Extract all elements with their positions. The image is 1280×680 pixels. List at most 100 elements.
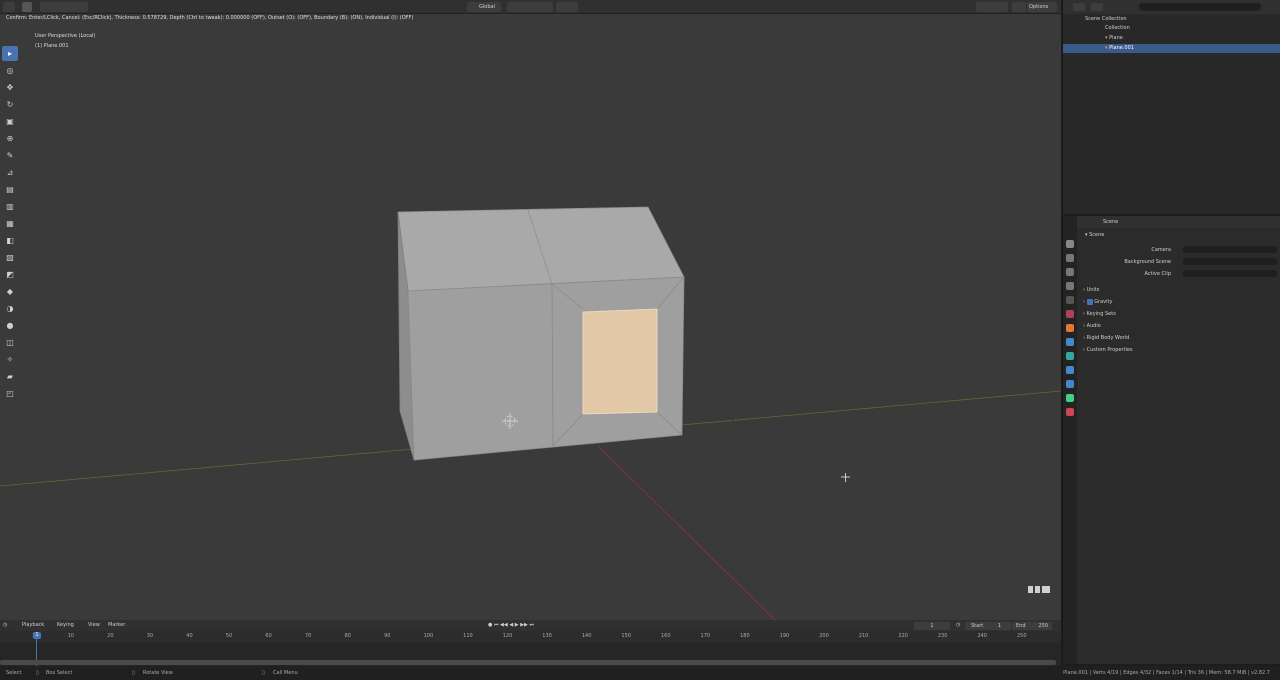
select-mode-buttons[interactable] — [40, 2, 88, 12]
box-select-hint: Box Select — [46, 670, 73, 676]
playhead-handle[interactable]: 1 — [33, 632, 41, 639]
view-menu[interactable]: View — [88, 620, 100, 631]
spin-icon[interactable]: ◑ — [2, 301, 18, 316]
measure-icon[interactable]: ⊿ — [2, 165, 18, 180]
constraints-tab-icon[interactable] — [1066, 380, 1074, 388]
snap-pivot-buttons[interactable] — [507, 2, 553, 12]
rotate-view-hint: Rotate View — [143, 670, 173, 676]
keying-sets-panel[interactable]: › Keying Sets — [1079, 309, 1279, 319]
timeline-scrollbar[interactable] — [0, 660, 1056, 665]
properties-tabs — [1063, 216, 1077, 664]
frame-tick-label: 190 — [779, 633, 790, 639]
scale-icon[interactable]: ▣ — [2, 114, 18, 129]
y-axis-line — [597, 445, 776, 620]
tool-tab-icon[interactable] — [1066, 240, 1074, 248]
mode-icon[interactable] — [22, 2, 32, 12]
outliner-row-plane[interactable]: ▾ Plane — [1063, 34, 1280, 43]
timeline-header: ◷ Playback Keying View Marker ● ⏮ ◀◀ ◀ ▶… — [0, 620, 1061, 631]
outliner-row-collection[interactable]: Collection — [1063, 24, 1280, 33]
call-menu-hint: Call Menu — [273, 670, 298, 676]
extrude-icon[interactable]: ▥ — [2, 199, 18, 214]
knife-icon[interactable]: ◩ — [2, 267, 18, 282]
physics-tab-icon[interactable] — [1066, 366, 1074, 374]
tool-settings-icon[interactable] — [1012, 2, 1026, 12]
end-frame-field[interactable]: End 250 — [1012, 622, 1052, 630]
active-clip-field[interactable] — [1183, 270, 1277, 277]
object-tab-icon[interactable] — [1066, 324, 1074, 332]
editor-type-icon[interactable] — [3, 2, 15, 12]
rigid-body-world-panel[interactable]: › Rigid Body World — [1079, 333, 1279, 343]
data-tab-icon[interactable] — [1066, 394, 1074, 402]
render-tab-icon[interactable] — [1066, 254, 1074, 262]
units-panel[interactable]: › Units — [1079, 285, 1279, 295]
start-frame-field[interactable]: Start 1 — [965, 622, 1011, 630]
camera-field-row: Camera — [1079, 245, 1279, 255]
output-tab-icon[interactable] — [1066, 268, 1074, 276]
frame-tick-label: 20 — [107, 633, 114, 639]
gravity-checkbox[interactable] — [1086, 298, 1093, 305]
rotate-icon[interactable]: ↻ — [2, 97, 18, 112]
current-frame-field[interactable]: 1 — [914, 622, 950, 630]
keying-menu[interactable]: Keying — [57, 620, 74, 631]
mesh-object-icon: ▾ — [1105, 35, 1108, 41]
outliner-row-scene-collection[interactable]: Scene Collection — [1063, 15, 1280, 24]
mirror-axis-buttons[interactable] — [976, 2, 1008, 12]
world-tab-icon[interactable] — [1066, 310, 1074, 318]
properties-header: Scene — [1077, 216, 1280, 228]
filter-icon[interactable] — [1259, 3, 1267, 11]
playback-controls[interactable]: ● ⏮ ◀◀ ◀ ▶ ▶▶ ⏭ — [488, 620, 534, 631]
cursor-icon[interactable]: ◎ — [2, 63, 18, 78]
frame-tick-label: 200 — [819, 633, 829, 639]
preview-range-icon[interactable]: ◷ — [956, 620, 960, 631]
frame-tick-label: 250 — [1017, 633, 1027, 639]
poly-build-icon[interactable]: ◆ — [2, 284, 18, 299]
smooth-icon[interactable]: ● — [2, 318, 18, 333]
outliner-search-input[interactable] — [1139, 3, 1261, 11]
edge-slide-icon[interactable]: ◫ — [2, 335, 18, 350]
camera-field[interactable] — [1183, 246, 1277, 253]
playback-menu[interactable]: Playback — [22, 620, 44, 631]
tool-shelf: ▸ ◎ ✥ ↻ ▣ ⊕ ✎ ⊿ ▤ ▥ ▦ ◧ ▧ ◩ ◆ ◑ ● ◫ ✧ ▰ … — [2, 46, 20, 403]
frame-tick-label: 120 — [502, 633, 513, 639]
audio-panel[interactable]: › Audio — [1079, 321, 1279, 331]
material-tab-icon[interactable] — [1066, 408, 1074, 416]
background-scene-row: Background Scene — [1079, 257, 1279, 267]
annotate-icon[interactable]: ✎ — [2, 148, 18, 163]
select-box-icon[interactable]: ▸ — [2, 46, 18, 61]
frame-tick-label: 70 — [304, 633, 312, 639]
add-cube-icon[interactable]: ▤ — [2, 182, 18, 197]
options-dropdown[interactable]: Options — [1027, 2, 1057, 12]
viewport-info: User Perspective (Local) (1) Plane.001 — [35, 31, 95, 51]
3d-viewport[interactable]: User Perspective (Local) (1) Plane.001 ▸… — [0, 14, 1061, 620]
proportional-edit-button[interactable] — [556, 2, 578, 12]
select-hint: Select — [6, 670, 22, 676]
orientation-dropdown[interactable]: Global — [467, 2, 501, 12]
transform-icon[interactable]: ⊕ — [2, 131, 18, 146]
frame-tick-label: 160 — [660, 633, 671, 639]
marker-menu[interactable]: Marker — [108, 620, 125, 631]
outliner-editor-icon[interactable] — [1073, 3, 1085, 11]
particles-tab-icon[interactable] — [1066, 352, 1074, 360]
custom-properties-panel[interactable]: › Custom Properties — [1079, 345, 1279, 355]
display-mode-icon[interactable] — [1091, 3, 1103, 11]
loop-cut-icon[interactable]: ▧ — [2, 250, 18, 265]
selected-inset-face — [582, 308, 658, 415]
scene-panel-header[interactable]: ▾ Scene — [1079, 230, 1279, 240]
mouse-icon: ▯ — [36, 670, 39, 676]
camera-nav-icon — [1028, 586, 1033, 593]
timeline-editor-icon[interactable]: ◷ — [3, 620, 7, 631]
frame-tick-label: 210 — [858, 633, 869, 639]
view-layer-tab-icon[interactable] — [1066, 282, 1074, 290]
background-scene-field[interactable] — [1183, 258, 1277, 265]
mouse-crosshair-icon — [841, 473, 850, 482]
inset-icon[interactable]: ▦ — [2, 216, 18, 231]
gravity-panel[interactable]: › Gravity — [1079, 297, 1279, 307]
shrink-fatten-icon[interactable]: ✧ — [2, 352, 18, 367]
shear-icon[interactable]: ▰ — [2, 369, 18, 384]
scene-tab-icon[interactable] — [1066, 296, 1074, 304]
outliner-row-plane-001[interactable]: ▾ Plane.001 — [1063, 44, 1280, 53]
move-icon[interactable]: ✥ — [2, 80, 18, 95]
bevel-icon[interactable]: ◧ — [2, 233, 18, 248]
modifier-tab-icon[interactable] — [1066, 338, 1074, 346]
rip-icon[interactable]: ◰ — [2, 386, 18, 401]
